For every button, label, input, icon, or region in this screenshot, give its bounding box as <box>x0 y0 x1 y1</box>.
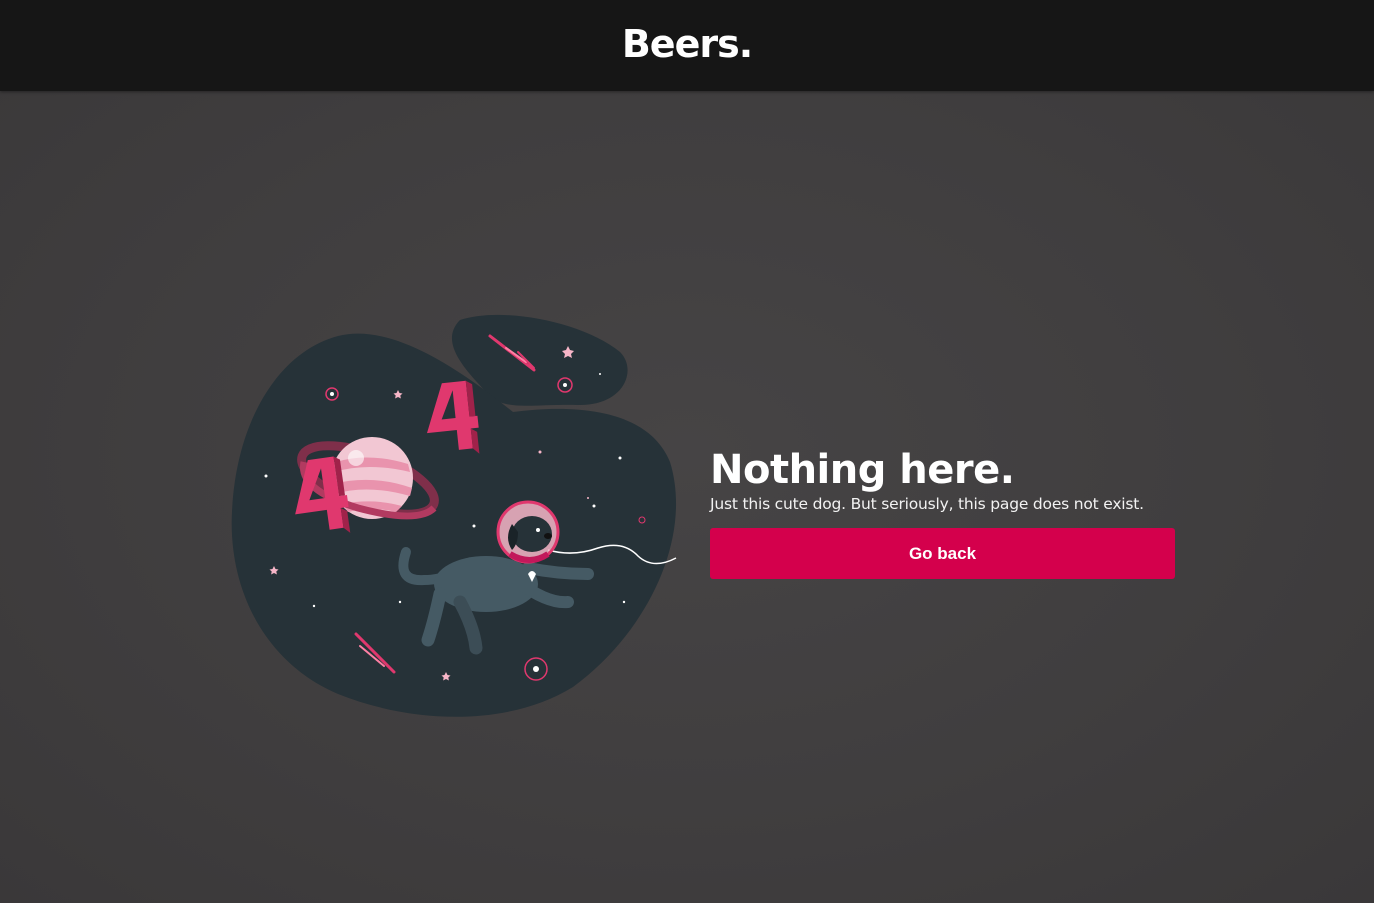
error-content: Nothing here. Just this cute dog. But se… <box>710 446 1180 579</box>
go-back-button[interactable]: Go back <box>710 528 1175 579</box>
404-illustration <box>228 312 684 720</box>
brand-logo[interactable]: Beers. <box>622 22 753 66</box>
page-title: Nothing here. <box>710 447 1015 493</box>
header-bar: Beers. <box>0 0 1374 91</box>
page-subtitle: Just this cute dog. But seriously, this … <box>710 495 1144 513</box>
